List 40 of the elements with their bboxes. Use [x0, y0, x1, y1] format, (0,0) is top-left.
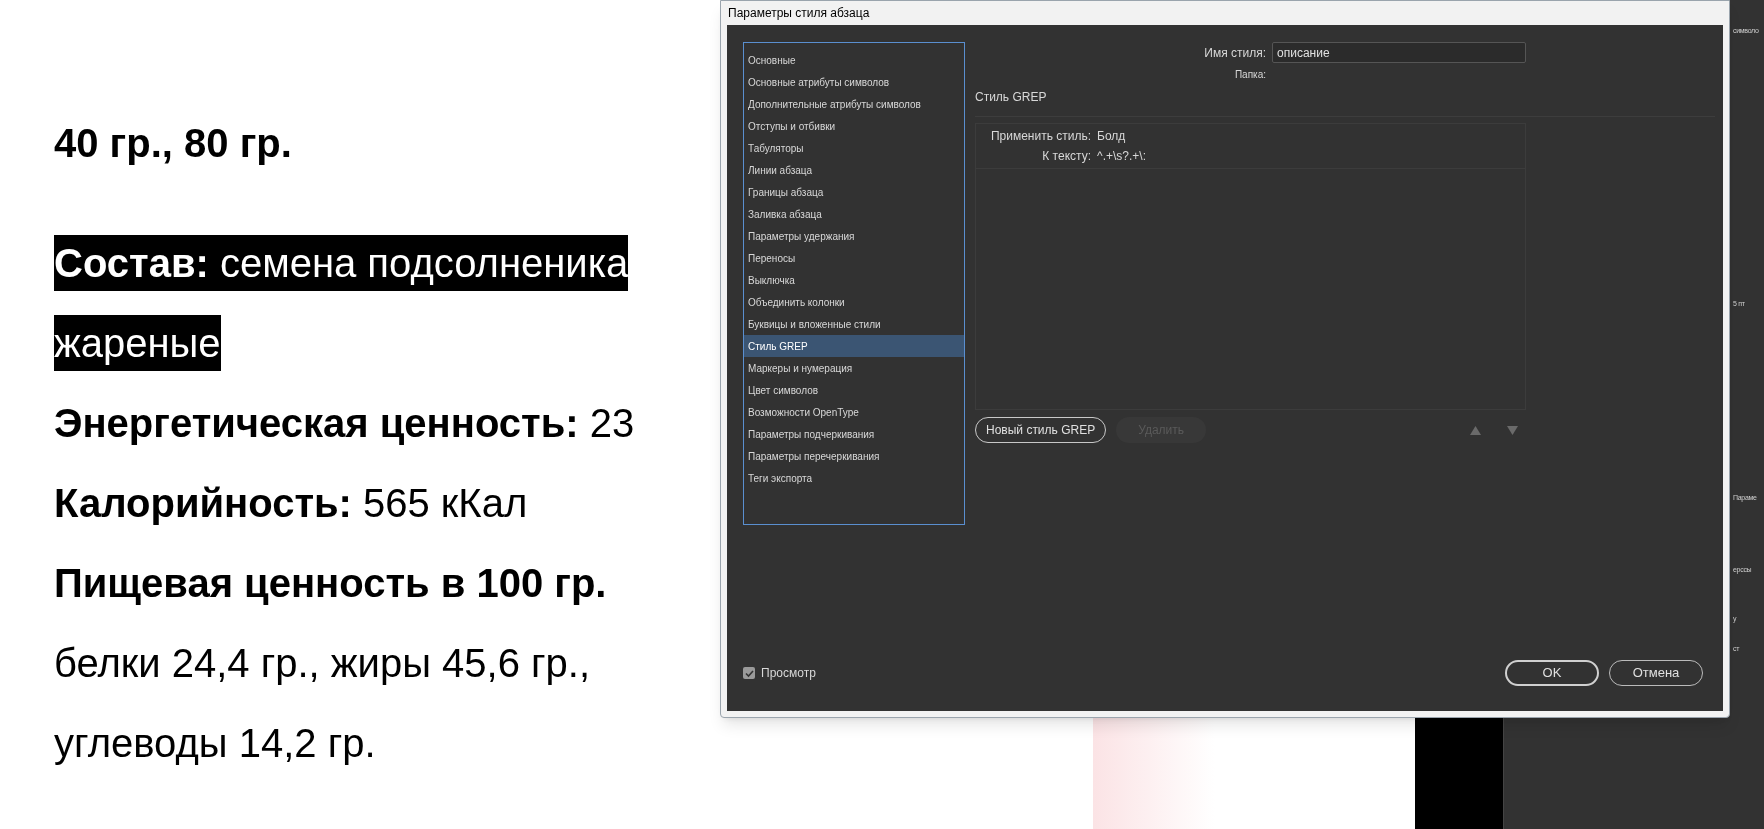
target-text-value[interactable]: ^.+\s?.+\: — [1097, 147, 1146, 165]
category-item[interactable]: Табуляторы — [744, 137, 964, 159]
move-down-icon[interactable] — [1507, 425, 1518, 435]
category-item[interactable]: Возможности OpenType — [744, 401, 964, 423]
category-item[interactable]: Объединить колонки — [744, 291, 964, 313]
category-item[interactable]: Отступы и отбивки — [744, 115, 964, 137]
category-item[interactable]: Переносы — [744, 247, 964, 269]
text-line: Калорийность: 565 кКал — [54, 480, 528, 527]
checkbox[interactable] — [743, 667, 755, 679]
move-up-icon[interactable] — [1470, 425, 1481, 435]
category-item[interactable]: Параметры подчеркивания — [744, 423, 964, 445]
apply-style-value[interactable]: Болд — [1097, 127, 1126, 145]
ok-button[interactable]: OK — [1505, 660, 1599, 686]
category-item[interactable]: Параметры удержания — [744, 225, 964, 247]
folder-label: Папка: — [1234, 68, 1266, 82]
category-item[interactable]: Параметры перечеркивания — [744, 445, 964, 467]
target-text-label: К тексту: — [1041, 148, 1091, 165]
category-item[interactable]: Выключка — [744, 269, 964, 291]
style-name-field[interactable]: описание — [1272, 42, 1526, 63]
category-item[interactable]: Стиль GREP — [744, 335, 964, 357]
category-item[interactable]: Основные атрибуты символов — [744, 71, 964, 93]
preview-checkbox[interactable]: Просмотр — [743, 664, 816, 682]
text-line: белки 24,4 гр., жиры 45,6 гр., — [54, 640, 591, 687]
section-title: Стиль GREP — [975, 89, 1048, 106]
style-name-label: Имя стиля: — [1204, 44, 1266, 62]
category-item[interactable]: Цвет символов — [744, 379, 964, 401]
text-line: Пищевая ценность в 100 гр. — [54, 560, 607, 607]
category-item[interactable]: Линии абзаца — [744, 159, 964, 181]
text-line: Энергетическая ценность: 23 — [54, 400, 635, 447]
apply-style-label: Применить стиль: — [989, 128, 1091, 145]
category-item[interactable]: Заливка абзаца — [744, 203, 964, 225]
category-item[interactable]: Границы абзаца — [744, 181, 964, 203]
category-item[interactable]: Маркеры и нумерация — [744, 357, 964, 379]
text-line: 40 гр., 80 гр. — [54, 120, 292, 167]
category-item[interactable]: Буквицы и вложенные стили — [744, 313, 964, 335]
text-line: углеводы 14,2 гр. — [54, 720, 376, 767]
category-item[interactable]: Теги экспорта — [744, 467, 964, 489]
category-item[interactable]: Дополнительные атрибуты символов — [744, 93, 964, 115]
category-item[interactable]: Основные — [744, 49, 964, 71]
dialog-title: Параметры стиля абзаца — [727, 5, 871, 22]
